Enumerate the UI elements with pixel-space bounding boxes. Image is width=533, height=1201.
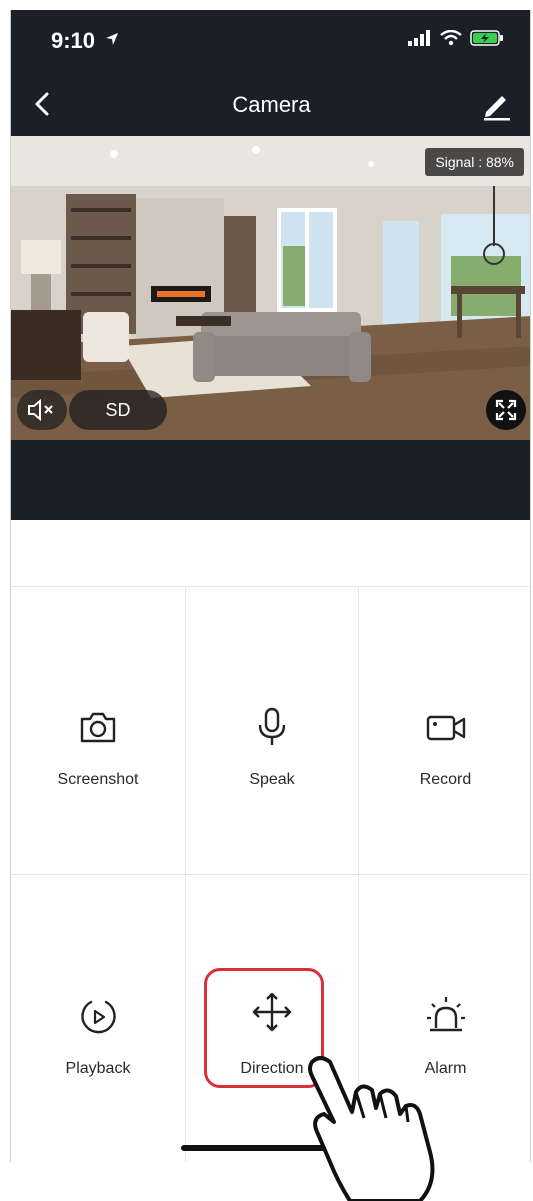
video-letterbox: [11, 440, 530, 520]
speak-label: Speak: [249, 771, 295, 788]
nav-bar: Camera: [11, 72, 530, 136]
playback-icon: [81, 1000, 116, 1034]
quality-button[interactable]: SD: [69, 390, 167, 430]
screenshot-button[interactable]: Screenshot: [11, 587, 185, 874]
record-label: Record: [419, 771, 472, 788]
playback-label: Playback: [65, 1060, 131, 1077]
status-time: 9:10: [51, 28, 96, 53]
camera-video-feed[interactable]: Signal : 88% SD: [11, 136, 530, 440]
status-bar: 9:10: [11, 10, 530, 72]
pencil-icon[interactable]: [478, 86, 514, 122]
fullscreen-button[interactable]: [486, 390, 526, 430]
alarm-siren-icon: [426, 997, 465, 1032]
location-arrow-icon: [106, 33, 118, 45]
pointing-hand-icon: [308, 1056, 435, 1201]
microphone-icon: [258, 707, 286, 745]
page-title: Camera: [232, 92, 311, 117]
fullscreen-icon: [495, 399, 517, 421]
speaker-muted-icon: [28, 398, 53, 422]
camera-icon: [80, 712, 116, 743]
mute-button[interactable]: [17, 390, 67, 430]
wifi-icon: [440, 30, 462, 46]
video-camera-icon: [426, 715, 465, 741]
action-row: Screenshot Speak Record: [11, 587, 530, 875]
cellular-signal-icon: [408, 30, 430, 46]
signal-badge: Signal : 88%: [425, 148, 524, 176]
screenshot-label: Screenshot: [57, 771, 139, 788]
record-button[interactable]: Record: [359, 587, 530, 874]
battery-charging-icon: [470, 30, 503, 46]
status-icons: [408, 30, 504, 46]
playback-button[interactable]: Playback: [11, 876, 185, 1162]
speak-button[interactable]: Speak: [185, 587, 359, 874]
